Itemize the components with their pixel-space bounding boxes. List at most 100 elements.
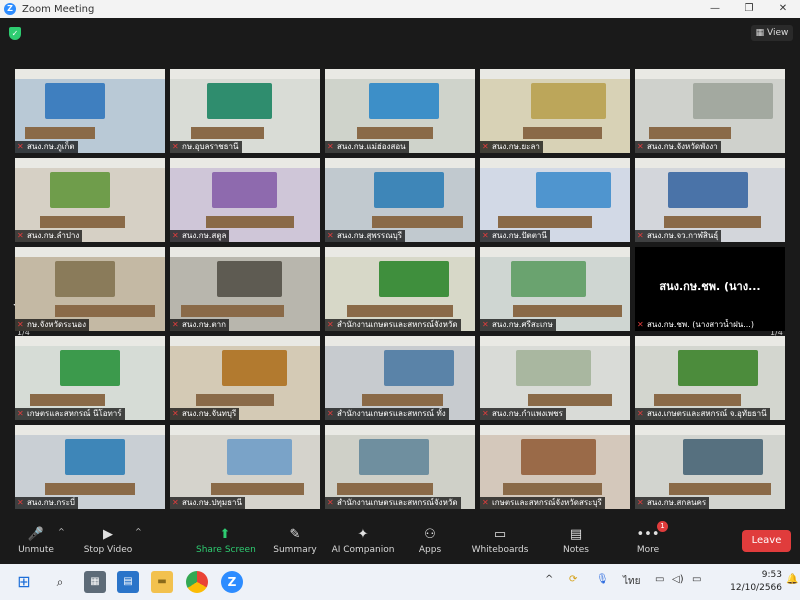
participant-name-label: สนง.กษ.สุพรรณบุรี — [325, 230, 406, 242]
participant-video-tile[interactable]: สนง.กษ.กำแพงเพชร — [480, 336, 630, 420]
windows-start-icon[interactable]: ⊞ — [13, 571, 35, 593]
room-banner — [511, 261, 586, 297]
meeting-table — [528, 394, 612, 406]
participant-name-label: สำนักงานเกษตรและสหกรณ์ ทั้ง — [325, 408, 449, 420]
battery-icon[interactable]: ▭ — [692, 574, 701, 585]
participant-video-tile[interactable]: สนง.กษ.ปัตตานี — [480, 158, 630, 242]
share-screen-button[interactable]: ⬆ Share Screen — [196, 526, 256, 562]
room-ceiling — [325, 69, 475, 80]
room-banner — [227, 439, 292, 475]
summary-button[interactable]: ✎ Summary — [272, 526, 318, 562]
whiteboards-button[interactable]: ▭ Whiteboards — [471, 526, 529, 562]
room-ceiling — [480, 425, 630, 436]
audio-options-caret-icon[interactable]: ^ — [58, 527, 65, 536]
tray-overflow-icon[interactable]: ^ — [545, 574, 553, 585]
participant-video-tile[interactable]: สนง.กษ.สตูล — [170, 158, 320, 242]
participant-video-tile[interactable]: สำนักงานเกษตรและสหกรณ์จังหวัด — [325, 425, 475, 509]
volume-icon[interactable]: ◁) — [672, 574, 684, 585]
participant-video-tile[interactable]: สนง.กษ.ศรีสะเกษ — [480, 247, 630, 331]
video-camera-icon: ▶ — [103, 527, 113, 542]
participant-name-label: สนง.กษ.กระบี่ — [15, 497, 78, 509]
participant-name-display: สนง.กษ.ชพ. (นาง... — [659, 280, 761, 293]
grid-icon: ▦ — [755, 28, 765, 38]
participant-video-tile[interactable]: สำนักงานเกษตรและสหกรณ์ ทั้ง — [325, 336, 475, 420]
participant-video-tile[interactable]: สนง.เกษตรและสหกรณ์ จ.อุทัยธานี — [635, 336, 785, 420]
microphone-tray-icon[interactable]: 🎙 — [596, 574, 609, 585]
participant-video-tile[interactable]: สำนักงานเกษตรและสหกรณ์จังหวัด — [325, 247, 475, 331]
more-button[interactable]: ••• More — [633, 526, 663, 562]
participant-name-label: สนง.กษ.ตาก — [170, 319, 229, 331]
participant-video-tile[interactable]: สนง.กษ.แม่ฮ่องสอน — [325, 69, 475, 153]
participant-video-tile[interactable]: สนง.กษ.ตาก — [170, 247, 320, 331]
search-icon[interactable]: ⌕ — [49, 571, 71, 593]
room-ceiling — [15, 336, 165, 347]
participant-video-tile[interactable]: กษ.จังหวัดระนอง — [15, 247, 165, 331]
participant-video-tile[interactable]: สนง.กษ.ภูเก็ต — [15, 69, 165, 153]
encryption-shield-icon[interactable]: ✓ — [9, 27, 21, 40]
room-banner — [359, 439, 429, 475]
file-explorer-icon[interactable]: ▬ — [151, 571, 173, 593]
participant-video-tile[interactable]: สนง.กษ.จันทบุรี — [170, 336, 320, 420]
room-ceiling — [170, 425, 320, 436]
room-ceiling — [635, 158, 785, 169]
view-button[interactable]: ▦ View — [751, 25, 793, 41]
sync-icon[interactable]: ⟳ — [569, 574, 577, 585]
room-ceiling — [15, 247, 165, 258]
taskbar-clock[interactable]: 9:53 12/10/2566 — [718, 569, 782, 595]
notepad-icon[interactable]: ▤ — [117, 571, 139, 593]
participant-video-tile[interactable]: สนง.กษ.ยะลา — [480, 69, 630, 153]
ai-sparkle-icon: ✦ — [357, 527, 369, 542]
window-titlebar: Z Zoom Meeting — ❐ ✕ — [0, 0, 800, 18]
participant-video-tile[interactable]: สนง.กษ.ลำปาง — [15, 158, 165, 242]
notes-icon: ▤ — [569, 527, 583, 542]
participant-name-label: สนง.กษ.ศรีสะเกษ — [480, 319, 556, 331]
participant-video-tile[interactable]: เกษตรและสหกรณ์จังหวัดสระบุรี — [480, 425, 630, 509]
participant-video-tile[interactable]: สนง.กษ.ปทุมธานี — [170, 425, 320, 509]
participant-video-tile[interactable]: สนง.กษ.จว.กาฬสินธุ์ — [635, 158, 785, 242]
participant-video-tile[interactable]: กษ.อุบลราชธานี — [170, 69, 320, 153]
participant-video-tile[interactable]: สนง.กษ.จังหวัดพังงา — [635, 69, 785, 153]
participant-video-tile[interactable]: สนง.กษ.สุพรรณบุรี — [325, 158, 475, 242]
minimize-button[interactable]: — — [698, 0, 732, 18]
summary-icon: ✎ — [289, 527, 301, 542]
room-ceiling — [170, 247, 320, 258]
participant-video-tile[interactable]: สนง.กษ.สกลนคร — [635, 425, 785, 509]
room-ceiling — [170, 158, 320, 169]
calculator-icon[interactable]: ▦ — [84, 571, 106, 593]
room-ceiling — [635, 336, 785, 347]
meeting-table — [206, 216, 294, 228]
participant-name-label: สนง.กษ.ปัตตานี — [480, 230, 550, 242]
room-banner — [693, 83, 773, 119]
meeting-table — [669, 483, 771, 495]
notes-button[interactable]: ▤ Notes — [561, 526, 591, 562]
meeting-toolbar: 🎤 Unmute ^ ▶ Stop Video ^ ⬆ Share Screen… — [0, 520, 800, 564]
room-banner — [379, 261, 449, 297]
room-ceiling — [170, 69, 320, 80]
unmute-button[interactable]: 🎤 Unmute — [14, 526, 58, 562]
participant-video-tile[interactable]: สนง.กษ.ชพ. (นาง... สนง.กษ.ชพ. (นางสาวน้ำฝ… — [635, 247, 785, 331]
ai-companion-button[interactable]: ✦ AI Companion — [331, 526, 395, 562]
meeting-table — [513, 305, 622, 317]
stop-video-button[interactable]: ▶ Stop Video — [82, 526, 134, 562]
chrome-icon[interactable] — [186, 571, 208, 593]
close-button[interactable]: ✕ — [766, 0, 800, 18]
maximize-button[interactable]: ❐ — [732, 0, 766, 18]
video-options-caret-icon[interactable]: ^ — [135, 527, 142, 536]
meeting-table — [523, 127, 602, 139]
leave-button[interactable]: Leave — [742, 530, 791, 552]
windows-taskbar: ⊞ ⌕ ▦ ▤ ▬ Z ^ ⟳ 🎙 ไทย ▭ ◁) ▭ 9:53 12/10/… — [0, 564, 800, 600]
participant-video-tile[interactable]: สนง.กษ.กระบี่ — [15, 425, 165, 509]
room-banner — [55, 261, 115, 297]
zoom-taskbar-icon[interactable]: Z — [221, 571, 243, 593]
network-icon[interactable]: ▭ — [655, 574, 664, 585]
room-banner — [369, 83, 439, 119]
participant-video-tile[interactable]: เกษตรและสหกรณ์ นีโอทาร์ — [15, 336, 165, 420]
meeting-table — [347, 305, 453, 317]
apps-button[interactable]: ⚇ Apps — [414, 526, 446, 562]
language-indicator[interactable]: ไทย — [623, 574, 640, 589]
notifications-bell-icon[interactable]: 🔔 — [786, 574, 798, 585]
room-ceiling — [325, 158, 475, 169]
room-ceiling — [480, 69, 630, 80]
clock-time: 9:53 — [761, 570, 782, 580]
room-ceiling — [480, 158, 630, 169]
